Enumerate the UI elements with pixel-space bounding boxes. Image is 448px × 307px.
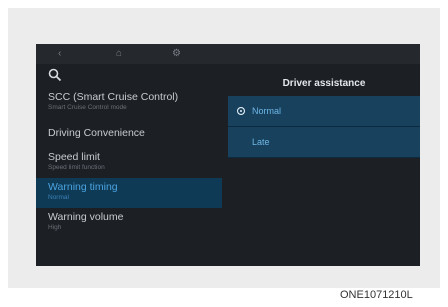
gear-icon[interactable]: ⚙ [172, 44, 181, 64]
menu-item-label: Driving Convenience [48, 127, 145, 139]
menu-item-speed-limit[interactable]: Speed limit Speed limit function [36, 148, 222, 178]
back-icon[interactable]: ‹ [58, 44, 61, 64]
menu-item-label: Warning timing [48, 181, 118, 193]
option-label: Late [252, 137, 270, 147]
menu-item-label: Speed limit [48, 151, 100, 163]
search-icon[interactable] [48, 68, 62, 82]
option-normal[interactable]: Normal [228, 96, 420, 127]
menu-item-driving-convenience[interactable]: Driving Convenience [36, 118, 222, 148]
radio-selected-icon[interactable] [237, 107, 245, 115]
figure-code: ONE1071210L [340, 289, 413, 301]
menu-item-label: Warning volume [48, 211, 124, 223]
menu-item-sub: Smart Cruise Control mode [48, 104, 127, 111]
radio-unselected-icon[interactable] [237, 138, 245, 146]
option-label: Normal [252, 106, 282, 116]
settings-menu: SCC (Smart Cruise Control) Smart Cruise … [36, 88, 222, 238]
menu-item-sub: Speed limit function [48, 164, 105, 171]
menu-item-label: SCC (Smart Cruise Control) [48, 91, 179, 103]
menu-item-sub: High [48, 224, 62, 231]
menu-item-sub: Normal [48, 194, 69, 201]
home-icon[interactable]: ⌂ [116, 44, 122, 64]
option-late[interactable]: Late [228, 127, 420, 158]
menu-item-warning-volume[interactable]: Warning volume High [36, 208, 222, 238]
options-panel: Driver assistance Normal Late [228, 72, 420, 158]
top-bar: ‹ ⌂ ⚙ [36, 44, 420, 64]
infotainment-screen: ‹ ⌂ ⚙ SCC (Smart Cruise Control) Smart C… [36, 44, 420, 266]
panel-title: Driver assistance [282, 78, 366, 89]
menu-item-warning-timing[interactable]: Warning timing Normal [36, 178, 222, 208]
menu-item-scc[interactable]: SCC (Smart Cruise Control) Smart Cruise … [36, 88, 222, 118]
